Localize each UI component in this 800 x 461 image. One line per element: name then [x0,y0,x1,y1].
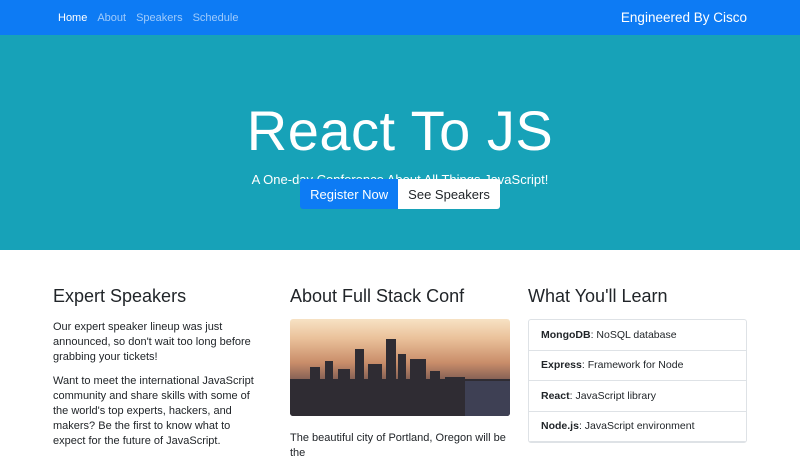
top-navbar: Home About Speakers Schedule Engineered … [0,0,800,35]
about-column: About Full Stack Conf The beautiful city… [290,286,510,459]
hero-title: React To JS [246,99,554,162]
about-heading: About Full Stack Conf [290,286,465,306]
expert-speakers-column: Expert Speakers Our expert speaker lineu… [53,286,263,447]
list-item-name: MongoDB [541,328,591,341]
expert-speakers-text-2: Want to meet the international JavaScrip… [53,375,254,447]
list-item: Express : Framework for Node [529,351,746,381]
nav-about-link[interactable]: About [97,12,126,24]
about-text: The beautiful city of Portland, Oregon w… [290,432,506,459]
list-item-name: React [541,389,570,402]
brand-text[interactable]: Engineered By Cisco [621,10,747,25]
hero-buttons: Register Now See Speakers [0,179,800,209]
learn-heading: What You'll Learn [528,286,668,306]
list-item-desc: : JavaScript library [569,389,656,402]
list-item-desc: : Framework for Node [581,359,684,372]
expert-speakers-text-1: Our expert speaker lineup was just annou… [53,321,251,363]
register-now-button[interactable]: Register Now [300,179,399,209]
list-item-desc: : JavaScript environment [578,420,695,433]
content-section: Expert Speakers Our expert speaker lineu… [0,250,800,459]
nav-speakers-link[interactable]: Speakers [136,12,182,24]
nav-links: Home About Speakers Schedule [58,12,238,24]
hero-section: React To JS A One-day Conference About A… [0,35,800,250]
list-item-name: Node.js [541,420,579,433]
list-item-desc: : NoSQL database [590,328,677,341]
list-item: Node.js : JavaScript environment [529,412,746,442]
city-skyline-graphic [290,339,510,416]
expert-speakers-heading: Expert Speakers [53,286,187,306]
learn-column: What You'll Learn MongoDB : NoSQL databa… [528,286,747,443]
nav-home-link[interactable]: Home [58,12,87,24]
list-item: MongoDB : NoSQL database [529,320,746,351]
nav-schedule-link[interactable]: Schedule [193,12,239,24]
see-speakers-button[interactable]: See Speakers [398,179,500,209]
list-item: React : JavaScript library [529,381,746,412]
learn-list: MongoDB : NoSQL database Express : Frame… [528,319,747,443]
list-item-name: Express [541,359,582,372]
city-skyline-image [290,319,510,416]
